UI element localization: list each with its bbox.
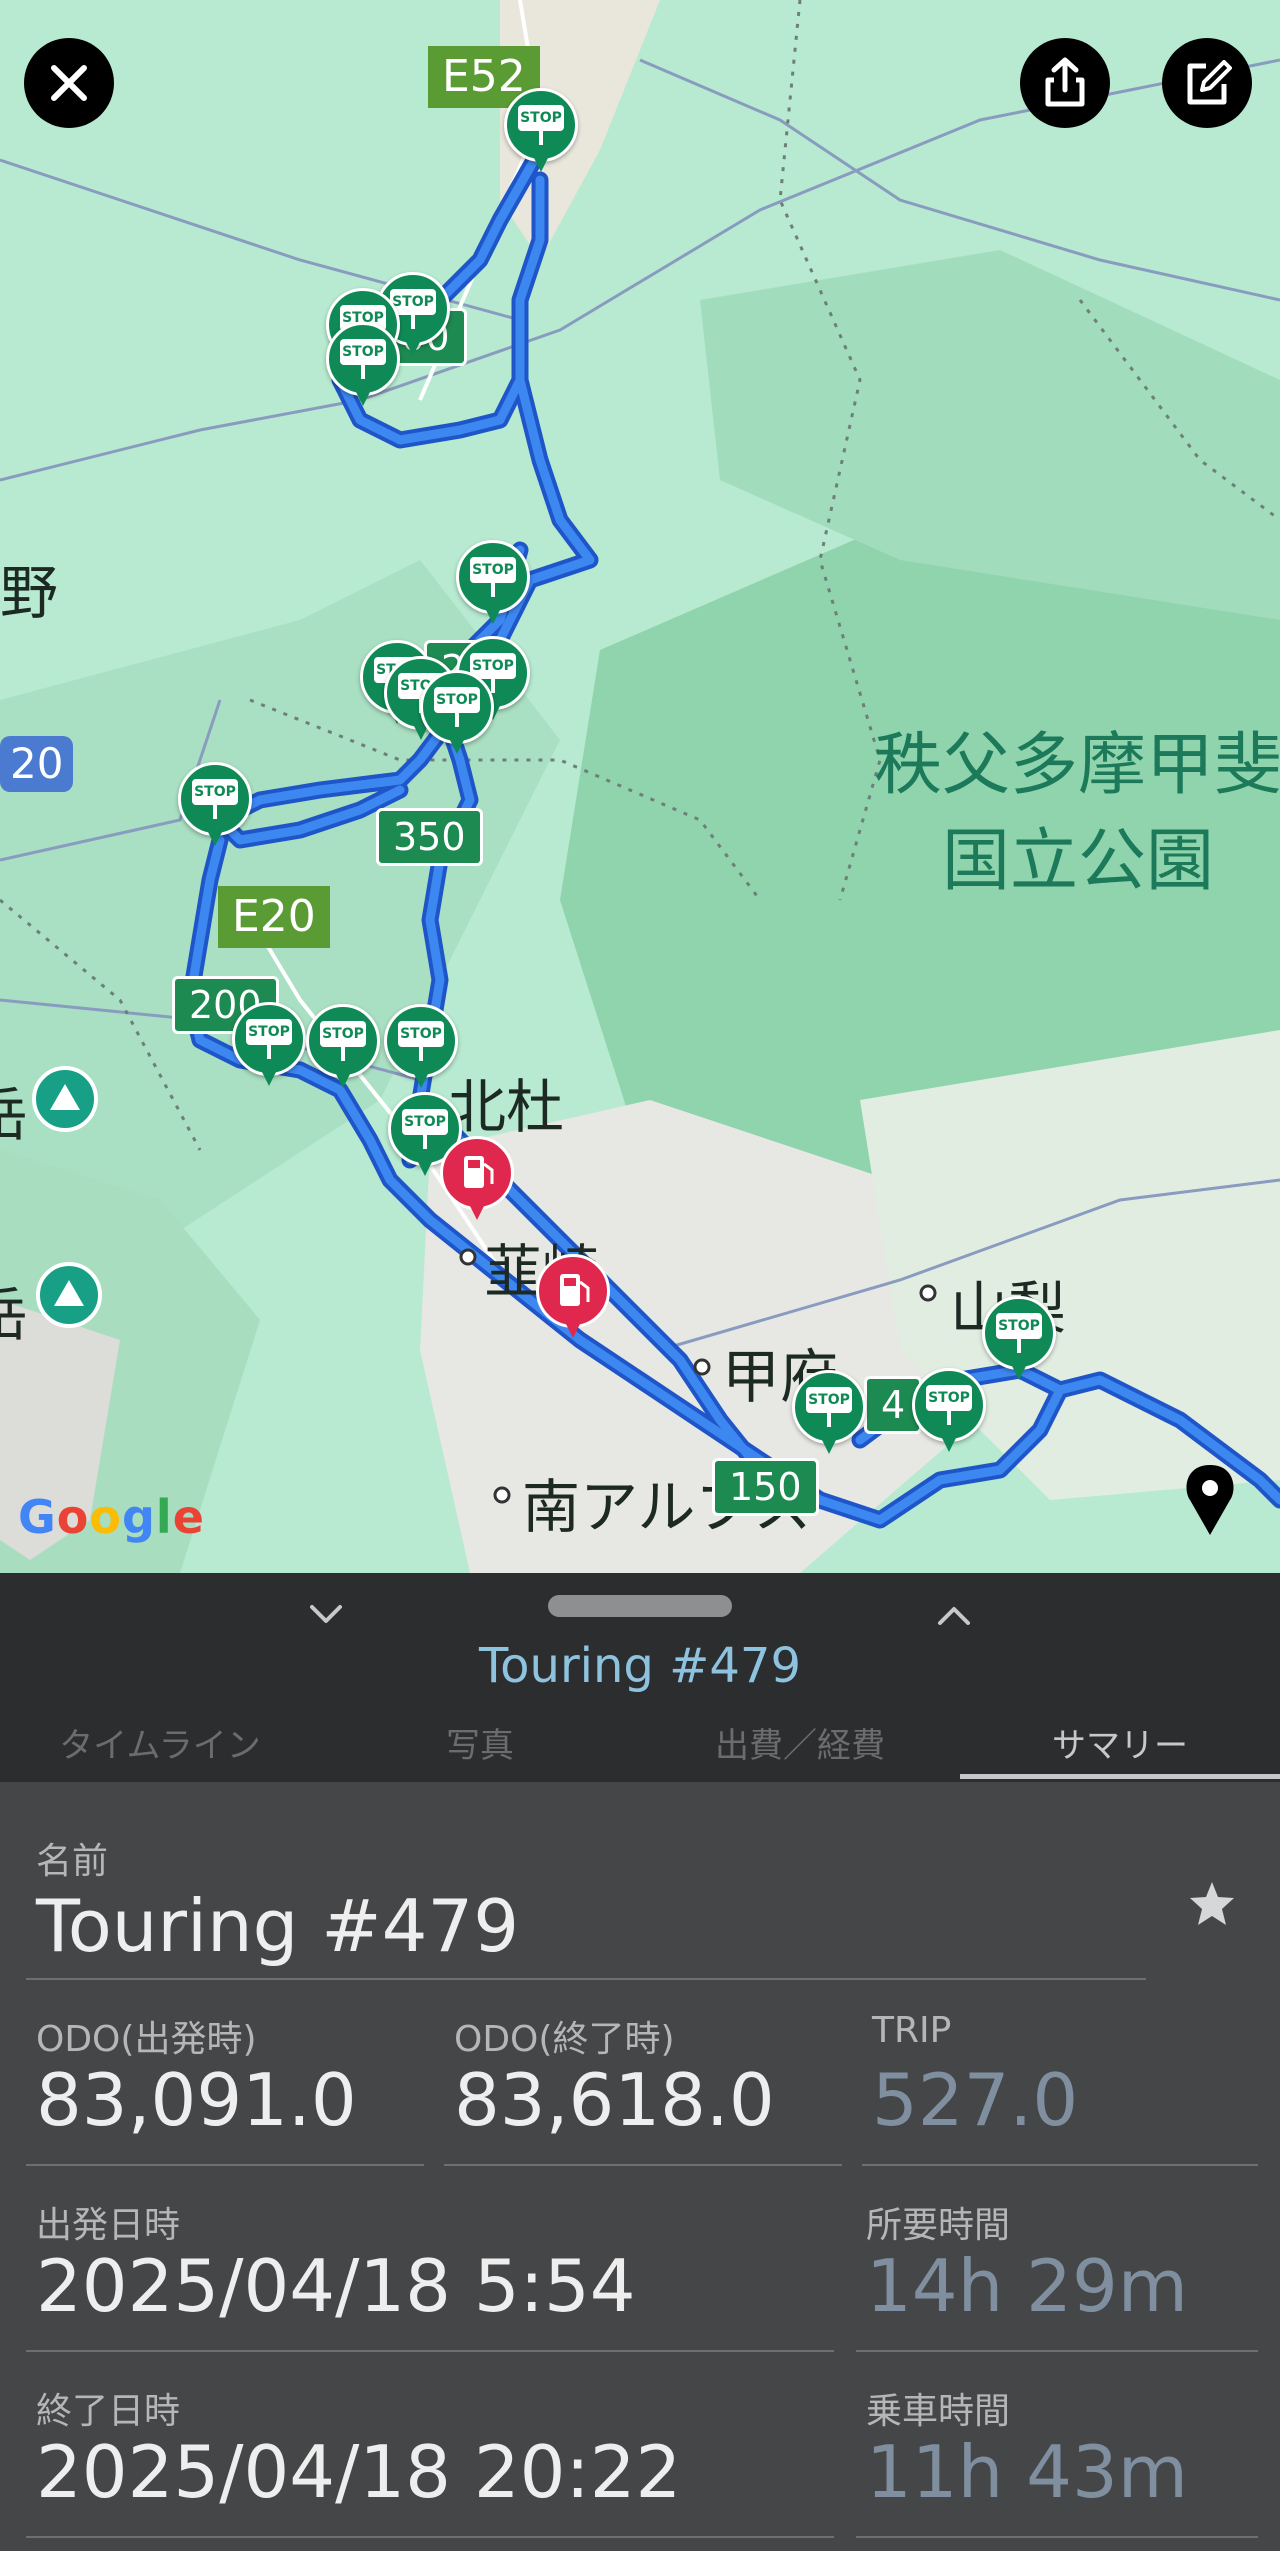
route-shield: 20: [0, 736, 74, 792]
stop-pin[interactable]: STOP: [420, 670, 494, 756]
name-label: 名前: [36, 1841, 109, 1882]
google-logo-letter: o: [89, 1490, 122, 1544]
duration-field: 所要時間 14h 29m: [856, 2196, 1258, 2352]
stop-pin[interactable]: STOP: [912, 1368, 986, 1454]
end-datetime-field[interactable]: 終了日時 2025/04/18 20:22: [26, 2382, 834, 2538]
stop-pin[interactable]: STOP: [456, 540, 530, 626]
google-logo-letter: e: [172, 1490, 205, 1544]
depart-value[interactable]: 2025/04/18 5:54: [36, 2244, 636, 2328]
ride-time-field: 乗車時間 11h 43m: [856, 2382, 1258, 2538]
google-logo-letter: o: [56, 1490, 90, 1544]
edit-icon: [1187, 60, 1232, 105]
duration-label: 所要時間: [866, 2205, 1011, 2246]
tab-summary[interactable]: サマリー: [960, 1713, 1280, 1779]
park-label-line: 国立公園: [942, 822, 1215, 901]
mountain-icon[interactable]: [32, 1066, 98, 1132]
stop-pin[interactable]: STOP: [792, 1370, 866, 1456]
end-label: 終了日時: [36, 2391, 181, 2432]
google-logo-letter: G: [18, 1490, 57, 1544]
fuel-pump-icon: [464, 1156, 494, 1188]
name-field[interactable]: 名前 Touring #479: [26, 1782, 1146, 1980]
close-icon: [51, 65, 87, 101]
odo-end-value[interactable]: 83,618.0: [454, 2058, 775, 2142]
odo-start-value[interactable]: 83,091.0: [36, 2058, 357, 2142]
chevron-down-icon[interactable]: [304, 1593, 348, 1637]
ride-value: 11h 43m: [866, 2430, 1188, 2514]
road-shield: 150: [712, 1458, 819, 1516]
expressway-shield: E20: [218, 886, 330, 948]
share-icon: [1045, 57, 1085, 107]
google-attribution: Google: [18, 1490, 205, 1544]
trip-field: TRIP 527.0: [862, 2010, 1258, 2166]
trip-value: 527.0: [872, 2058, 1079, 2142]
stop-pin[interactable]: STOP: [232, 1002, 306, 1088]
trip-label: TRIP: [872, 2010, 952, 2051]
tab-timeline[interactable]: タイムライン: [0, 1713, 320, 1779]
stop-pin[interactable]: STOP: [178, 762, 252, 848]
park-label-line: 秩父多摩甲斐: [874, 726, 1280, 805]
tab-photos[interactable]: 写真: [320, 1713, 640, 1779]
stop-pin[interactable]: STOP: [326, 322, 400, 408]
place-label-edge: 岳: [0, 1068, 28, 1152]
map-view[interactable]: 北杜 韮崎 甲府 山梨 南アルプス 野 岳 岳 秩父多摩甲斐 国立公園 E52 …: [0, 0, 1280, 1573]
place-label-hokuto: 北杜: [448, 1073, 565, 1141]
odo-end-label: ODO(終了時): [454, 2019, 675, 2060]
fuel-pin[interactable]: [440, 1136, 514, 1222]
close-button[interactable]: [24, 38, 114, 128]
place-label-edge: 岳: [0, 1268, 28, 1352]
park-label: 秩父多摩甲斐 国立公園: [874, 718, 1280, 910]
stop-pin[interactable]: STOP: [504, 88, 578, 174]
star-icon[interactable]: [1187, 1879, 1237, 1929]
fuel-pin[interactable]: [536, 1254, 610, 1340]
stop-pin[interactable]: STOP: [384, 1004, 458, 1090]
mountain-icon[interactable]: [36, 1262, 102, 1328]
tab-bar: タイムライン 写真 出費／経費 サマリー: [0, 1713, 1280, 1779]
sheet-title: Touring #479: [478, 1638, 801, 1694]
google-logo-letter: g: [121, 1490, 156, 1544]
place-label-edge: 野: [0, 559, 59, 627]
duration-value: 14h 29m: [866, 2244, 1188, 2328]
road-shield: 350: [376, 808, 483, 866]
end-value[interactable]: 2025/04/18 20:22: [36, 2430, 681, 2514]
summary-form: 名前 Touring #479 ODO(出発時) 83,091.0 ODO(終了…: [0, 1782, 1280, 2551]
odo-start-field[interactable]: ODO(出発時) 83,091.0: [26, 2010, 424, 2166]
ride-label: 乗車時間: [866, 2391, 1011, 2432]
drag-handle[interactable]: [548, 1595, 732, 1617]
share-button[interactable]: [1020, 38, 1110, 128]
depart-label: 出発日時: [36, 2205, 181, 2246]
chevron-up-icon[interactable]: [932, 1593, 976, 1637]
google-logo-letter: l: [155, 1490, 173, 1544]
name-value[interactable]: Touring #479: [36, 1884, 519, 1968]
odo-end-field[interactable]: ODO(終了時) 83,618.0: [444, 2010, 842, 2166]
edit-button[interactable]: [1162, 38, 1252, 128]
stop-pin[interactable]: STOP: [982, 1296, 1056, 1382]
stop-pin[interactable]: STOP: [306, 1004, 380, 1090]
tab-expenses[interactable]: 出費／経費: [640, 1713, 960, 1779]
fuel-pump-icon: [560, 1274, 590, 1306]
odo-start-label: ODO(出発時): [36, 2019, 257, 2060]
depart-datetime-field[interactable]: 出発日時 2025/04/18 5:54: [26, 2196, 834, 2352]
